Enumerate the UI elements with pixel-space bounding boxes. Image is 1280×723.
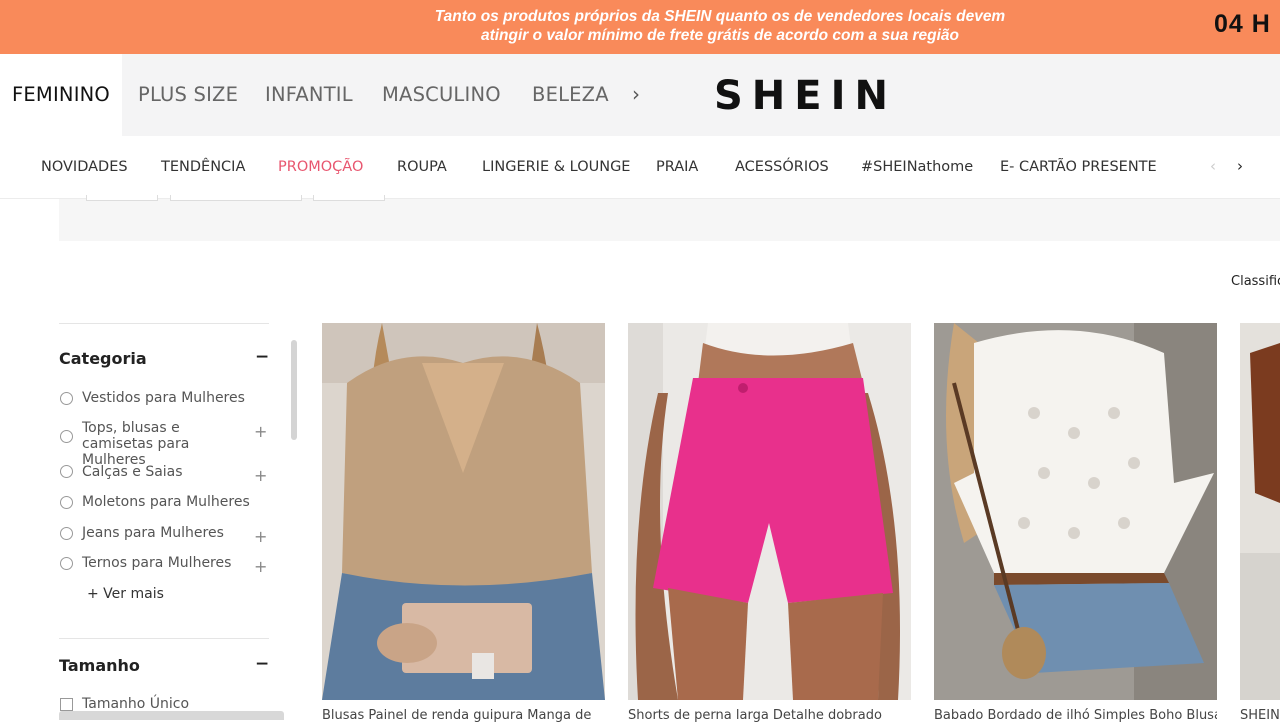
shein-logo[interactable]: SHEIN xyxy=(714,73,897,119)
expand-icon[interactable]: + xyxy=(254,557,267,576)
expand-icon[interactable]: + xyxy=(254,466,267,485)
sort-label[interactable]: Classific xyxy=(1231,274,1280,289)
promo-message: Tanto os produtos próprios da SHEIN quan… xyxy=(380,7,1060,45)
sidebar-scroll-track[interactable] xyxy=(59,711,284,720)
subnav-lingerie-lounge[interactable]: LINGERIE & LOUNGE xyxy=(482,136,630,198)
radio-button[interactable] xyxy=(60,430,73,443)
product-title[interactable]: Shorts de perna larga Detalhe dobrado xyxy=(628,708,911,723)
subnav-roupa[interactable]: ROUPA xyxy=(397,136,447,198)
chevron-right-icon[interactable]: › xyxy=(632,54,640,136)
expand-icon[interactable]: + xyxy=(254,422,267,441)
subnav-tendencia[interactable]: TENDÊNCIA xyxy=(161,136,245,198)
product-card[interactable]: Babado Bordado de ilhó Simples Boho Blus… xyxy=(934,323,1217,723)
product-card[interactable]: Shorts de perna larga Detalhe dobrado xyxy=(628,323,911,723)
category-label: Moletons para Mulheres xyxy=(82,494,250,510)
product-card[interactable]: SHEIN xyxy=(1240,323,1280,723)
product-image-white-eyelet-blouse[interactable] xyxy=(934,323,1217,700)
product-image-pink-shorts[interactable] xyxy=(628,323,911,700)
category-label: Calças e Saias xyxy=(82,464,183,480)
sidebar-scrollbar[interactable] xyxy=(291,340,297,440)
chevron-right-icon[interactable]: › xyxy=(1237,136,1243,198)
radio-button[interactable] xyxy=(60,465,73,478)
category-label: Jeans para Mulheres xyxy=(82,525,224,541)
promo-line-1: Tanto os produtos próprios da SHEIN quan… xyxy=(434,8,1006,25)
nav-category-beleza[interactable]: BELEZA xyxy=(532,54,609,136)
filter-chip[interactable] xyxy=(313,195,385,201)
subnav-cartao-presente[interactable]: E- CARTÃO PRESENTE xyxy=(1000,136,1157,198)
top-category-nav: FEMININO PLUS SIZE INFANTIL MASCULINO BE… xyxy=(0,54,1280,136)
nav-category-infantil[interactable]: INFANTIL xyxy=(265,54,353,136)
collapse-icon[interactable]: − xyxy=(255,347,269,367)
nav-category-feminino[interactable]: FEMININO xyxy=(0,54,122,136)
collapse-icon[interactable]: − xyxy=(255,654,269,674)
filter-chip[interactable] xyxy=(86,195,158,201)
category-label: Ternos para Mulheres xyxy=(82,555,232,571)
filter-sidebar: Categoria − Vestidos para Mulheres Tops,… xyxy=(59,323,269,712)
promo-countdown: 04 H xyxy=(1214,10,1271,38)
radio-button[interactable] xyxy=(60,392,73,405)
category-label: Vestidos para Mulheres xyxy=(82,390,245,406)
subnav-sheinathome[interactable]: #SHEINathome xyxy=(861,136,973,198)
nav-category-masculino[interactable]: MASCULINO xyxy=(382,54,501,136)
subnav-praia[interactable]: PRAIA xyxy=(656,136,698,198)
product-title[interactable]: Blusas Painel de renda guipura Manga de xyxy=(322,708,605,723)
product-card[interactable]: Blusas Painel de renda guipura Manga de xyxy=(322,323,605,723)
see-more-link[interactable]: + Ver mais xyxy=(87,586,164,602)
filter-chip[interactable] xyxy=(170,195,302,201)
checkbox[interactable] xyxy=(60,698,73,711)
size-label: Tamanho Único xyxy=(82,696,190,712)
product-title[interactable]: Babado Bordado de ilhó Simples Boho Blus… xyxy=(934,708,1217,723)
product-image-beige-top[interactable] xyxy=(322,323,605,700)
nav-category-plus-size[interactable]: PLUS SIZE xyxy=(138,54,238,136)
radio-button[interactable] xyxy=(60,527,73,540)
category-heading[interactable]: Categoria xyxy=(59,349,147,368)
product-image-partial[interactable] xyxy=(1240,323,1280,700)
radio-button[interactable] xyxy=(60,496,73,509)
size-heading[interactable]: Tamanho xyxy=(59,656,140,675)
divider xyxy=(59,323,269,324)
promo-banner[interactable]: Tanto os produtos próprios da SHEIN quan… xyxy=(0,0,1280,54)
subnav-novidades[interactable]: NOVIDADES xyxy=(41,136,128,198)
divider xyxy=(59,638,269,639)
sub-category-nav: NOVIDADES TENDÊNCIA PROMOÇÃO ROUPA LINGE… xyxy=(0,136,1280,199)
promo-line-2: atingir o valor mínimo de frete grátis d… xyxy=(480,27,960,44)
subnav-promocao[interactable]: PROMOÇÃO xyxy=(278,136,363,198)
category-label: Tops, blusas e camisetas para Mulheres xyxy=(82,420,190,468)
product-title[interactable]: SHEIN xyxy=(1240,708,1280,723)
subnav-acessorios[interactable]: ACESSÓRIOS xyxy=(735,136,829,198)
expand-icon[interactable]: + xyxy=(254,527,267,546)
radio-button[interactable] xyxy=(60,557,73,570)
filter-tag-strip xyxy=(59,195,1280,241)
chevron-left-icon[interactable]: ‹ xyxy=(1210,136,1216,198)
